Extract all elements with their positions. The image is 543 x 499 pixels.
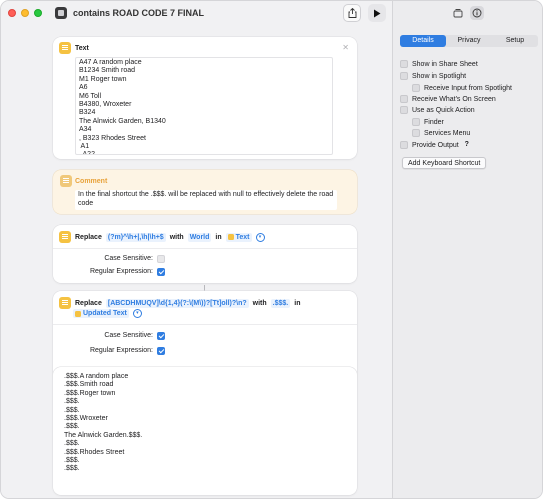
text-action-icon [59, 42, 71, 54]
details-sidebar: Details Privacy Setup Show in Share Shee… [392, 1, 542, 498]
replace-2-verb: Replace [75, 299, 102, 307]
replace-1-with-label: with [169, 233, 184, 241]
share-sheet-row[interactable]: Show in Share Sheet [400, 60, 478, 68]
quick-action-checkbox[interactable] [400, 106, 408, 114]
case-sensitive-label: Case Sensitive: [104, 332, 153, 339]
provide-output-row[interactable]: Provide Output ? [400, 141, 471, 149]
case-sensitive-label: Case Sensitive: [104, 255, 153, 262]
replace-action-card-1[interactable]: Replace (?m)^\h+|,\h|\h+$ with World in … [53, 225, 357, 283]
editor-area: Text ✕ A47 A random place B1234 Smith ro… [1, 27, 392, 498]
receive-input-spotlight-row[interactable]: Receive Input from Spotlight [412, 84, 512, 92]
receive-on-screen-row[interactable]: Receive What's On Screen [400, 95, 496, 103]
provide-output-checkbox[interactable] [400, 141, 408, 149]
result-content: .$$$.A random place .$$$.Smith road .$$$… [61, 372, 341, 490]
comment-action-card[interactable]: Comment In the final shortcut the .$$$. … [53, 170, 357, 214]
comment-title: Comment [75, 178, 108, 185]
text-action-content[interactable]: A47 A random place B1234 Smith road M1 R… [75, 57, 333, 155]
replace-2-pattern[interactable]: [ABCDHMUQV]\d{1,4}(?:\(M\))?[Tt]oll)?\n? [105, 298, 249, 308]
close-window-button[interactable] [8, 9, 16, 17]
spotlight-checkbox[interactable] [400, 72, 408, 80]
sidebar-tabs: Details Privacy Setup [400, 35, 538, 47]
receive-input-spotlight-checkbox[interactable] [412, 84, 420, 92]
finder-checkbox[interactable] [412, 118, 420, 126]
library-icon [453, 9, 463, 18]
replace-1-pattern[interactable]: (?m)^\h+|,\h|\h+$ [105, 232, 166, 242]
share-icon [348, 8, 356, 18]
finder-label: Finder [424, 118, 444, 126]
window-title: contains ROAD CODE 7 FINAL [73, 8, 205, 18]
divider [53, 248, 357, 249]
shortcuts-window: contains ROAD CODE 7 FINAL Text ✕ A47 A … [0, 0, 543, 499]
library-button[interactable] [451, 6, 465, 20]
variable-icon [227, 234, 234, 240]
tab-privacy[interactable]: Privacy [446, 35, 492, 47]
finder-row[interactable]: Finder [412, 118, 444, 126]
play-icon [374, 9, 381, 17]
replace-1-replacement[interactable]: World [187, 232, 212, 242]
share-sheet-label: Show in Share Sheet [412, 60, 478, 68]
regular-expression-label: Regular Expression: [89, 268, 153, 275]
help-icon[interactable]: ? [463, 141, 471, 149]
spotlight-label: Show in Spotlight [412, 72, 467, 80]
receive-on-screen-label: Receive What's On Screen [412, 95, 496, 103]
quick-action-row[interactable]: Use as Quick Action [400, 106, 475, 114]
regular-expression-checkbox[interactable] [157, 268, 165, 276]
spotlight-row[interactable]: Show in Spotlight [400, 72, 466, 80]
text-action-card[interactable]: Text ✕ A47 A random place B1234 Smith ro… [53, 37, 357, 159]
comment-text[interactable]: In the final shortcut the .$$$. will be … [75, 190, 337, 210]
services-menu-label: Services Menu [424, 129, 471, 137]
shortcut-icon[interactable] [55, 7, 67, 19]
case-sensitive-checkbox[interactable] [157, 255, 165, 263]
text-action-title: Text [75, 44, 89, 52]
replace-action-icon [59, 231, 71, 243]
provide-output-label: Provide Output [412, 141, 459, 149]
details-button[interactable] [470, 6, 484, 20]
replace-1-variable-label: Text [235, 233, 250, 241]
titlebar: contains ROAD CODE 7 FINAL [1, 1, 392, 27]
info-icon [472, 8, 482, 18]
replace-2-in-label: in [294, 299, 301, 307]
add-keyboard-shortcut-button[interactable]: Add Keyboard Shortcut [402, 157, 487, 169]
replace-2-with-label: with [252, 299, 267, 307]
sidebar-toolbar [393, 1, 542, 27]
share-button[interactable] [343, 4, 361, 22]
divider [53, 324, 357, 325]
services-menu-row[interactable]: Services Menu [412, 129, 470, 137]
services-menu-checkbox[interactable] [412, 129, 420, 137]
replace-2-replacement[interactable]: .$$$. [270, 298, 291, 308]
tab-setup[interactable]: Setup [492, 35, 538, 47]
chevron-down-icon[interactable]: ▾ [255, 232, 265, 242]
minimize-window-button[interactable] [21, 9, 29, 17]
replace-1-row: Replace (?m)^\h+|,\h|\h+$ with World in … [59, 231, 265, 243]
replace-1-in-label: in [215, 233, 222, 241]
close-icon[interactable]: ✕ [342, 43, 349, 52]
comment-icon [60, 175, 72, 187]
receive-on-screen-checkbox[interactable] [400, 95, 408, 103]
variable-icon [75, 310, 81, 317]
share-sheet-checkbox[interactable] [400, 60, 408, 68]
chevron-down-icon[interactable]: ▾ [132, 309, 142, 318]
replace-1-variable[interactable]: Text [225, 232, 252, 242]
result-card[interactable]: .$$$.A random place .$$$.Smith road .$$$… [53, 367, 357, 495]
replace-2-variable-label: Updated Text [83, 310, 127, 317]
text-action-header: Text [59, 42, 89, 54]
run-button[interactable] [368, 4, 386, 22]
receive-input-spotlight-label: Receive Input from Spotlight [424, 84, 512, 92]
replace-2-variable[interactable]: Updated Text [73, 309, 129, 318]
quick-action-label: Use as Quick Action [412, 106, 475, 114]
replace-2-row-2: Updated Text ▾ [73, 309, 142, 318]
regular-expression-checkbox[interactable] [157, 347, 165, 355]
replace-action-icon [59, 297, 71, 309]
case-sensitive-checkbox[interactable] [157, 332, 165, 340]
tab-details[interactable]: Details [400, 35, 446, 47]
replace-1-verb: Replace [75, 233, 102, 241]
zoom-window-button[interactable] [34, 9, 42, 17]
replace-2-row: Replace [ABCDHMUQV]\d{1,4}(?:\(M\))?[Tt]… [59, 297, 300, 309]
regular-expression-label: Regular Expression: [89, 347, 153, 354]
